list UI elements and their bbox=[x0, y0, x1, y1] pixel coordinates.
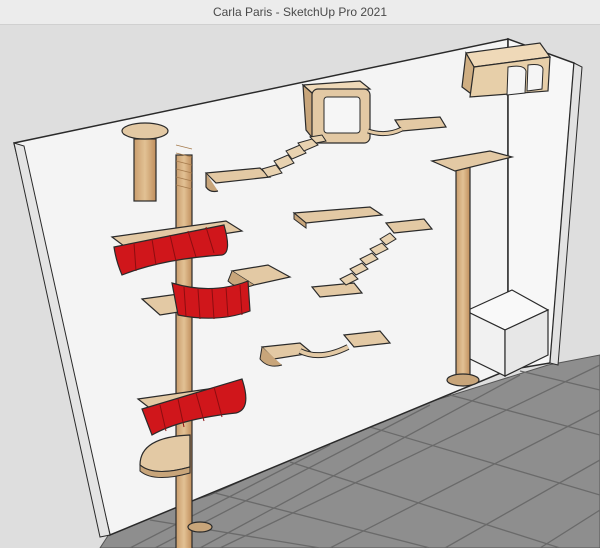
hollow-cube-perch bbox=[301, 80, 372, 144]
sketchup-window: Carla Paris - SketchUp Pro 2021 bbox=[0, 0, 600, 548]
window-title-bar: Carla Paris - SketchUp Pro 2021 bbox=[0, 0, 600, 25]
model-scene[interactable] bbox=[0, 25, 600, 548]
3d-viewport[interactable] bbox=[0, 25, 600, 548]
window-title: Carla Paris - SketchUp Pro 2021 bbox=[212, 5, 388, 19]
